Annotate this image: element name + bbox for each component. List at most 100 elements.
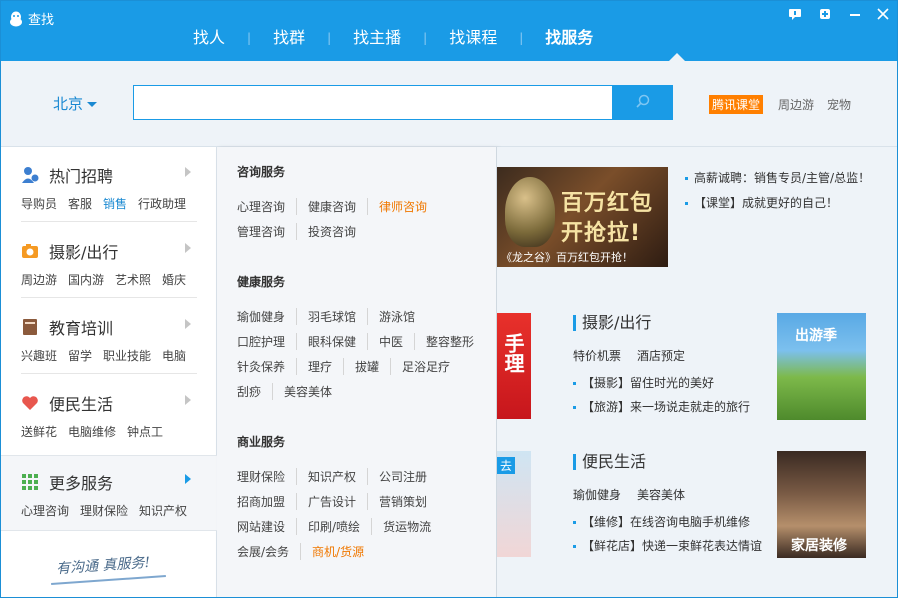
menu-icon[interactable] [817,7,833,23]
service-link[interactable]: 羽毛球馆 [296,308,367,325]
sub-link[interactable]: 客服 [68,195,92,212]
sub-link[interactable]: 理财保险 [80,502,128,519]
sub-link[interactable]: 留学 [68,347,92,364]
service-link[interactable]: 公司注册 [367,468,438,485]
service-link[interactable]: 瑜伽健身 [237,308,296,325]
link[interactable]: 酒店预定 [637,347,685,364]
service-link[interactable]: 整容整形 [414,333,485,350]
tab-find-courses[interactable]: 找课程 [427,27,519,49]
service-link[interactable]: 拔罐 [343,358,390,375]
category-title: 热门招聘 [49,167,114,186]
service-link[interactable]: 网站建设 [237,518,296,535]
elf-character-image [505,177,555,247]
sub-link[interactable]: 国内游 [68,271,104,288]
service-link[interactable]: 理疗 [296,358,343,375]
category-more-services[interactable]: 更多服务 心理咨询 理财保险 知识产权 [1,455,217,531]
service-link[interactable]: 印刷/喷绘 [296,518,371,535]
window-title: 查找 [28,13,55,28]
sub-link[interactable]: 电脑 [162,347,186,364]
service-link[interactable]: 知识产权 [296,468,367,485]
service-link[interactable]: 健康咨询 [296,198,367,215]
category-header: 热门招聘 [21,163,113,187]
service-link[interactable]: 针灸保养 [237,358,296,375]
sub-link[interactable]: 送鲜花 [21,423,57,440]
minimize-icon[interactable] [847,7,863,23]
quick-link-nearby-travel[interactable]: 周边游 [778,96,814,113]
service-link[interactable]: 营销策划 [367,493,438,510]
tab-find-streamers[interactable]: 找主播 [331,27,423,49]
service-row: 瑜伽健身 羽毛球馆 游泳馆 [237,304,485,329]
tab-find-people[interactable]: 找人 [171,27,247,49]
news-link[interactable]: 【旅游】来一场说走就走的旅行 [573,398,750,415]
sub-link[interactable]: 钟点工 [127,423,163,440]
service-row: 招商加盟 广告设计 营销策划 [237,489,442,514]
category-header: 更多服务 [21,470,113,494]
sub-link[interactable]: 导购员 [21,195,57,212]
service-link[interactable]: 管理咨询 [237,223,296,240]
category-header: 便民生活 [21,391,113,415]
travel-thumbnail[interactable]: 出游季 [777,313,866,420]
close-icon[interactable] [875,7,891,23]
service-link[interactable]: 足浴足疗 [390,358,461,375]
search-button[interactable] [612,85,673,120]
service-row: 心理咨询 健康咨询 律师咨询 [237,194,438,219]
home-decor-thumbnail[interactable]: 家居装修 [777,451,866,558]
camera-icon [21,242,39,260]
sub-link[interactable]: 心理咨询 [21,502,69,519]
service-link[interactable]: 投资咨询 [296,223,367,240]
partial-ad-text: 手理 [501,333,525,373]
service-link[interactable]: 游泳馆 [367,308,426,325]
service-link[interactable]: 心理咨询 [237,198,296,215]
service-link[interactable]: 货运物流 [371,518,442,535]
sub-link[interactable]: 电脑维修 [68,423,116,440]
service-link[interactable]: 商机/货源 [300,543,375,560]
sub-link[interactable]: 职业技能 [103,347,151,364]
section-title-daily-life[interactable]: 便民生活 [573,454,646,470]
flyout-section-health: 健康服务 瑜伽健身 羽毛球馆 游泳馆 口腔护理 眼科保健 中医 整容整形 针灸保… [237,273,485,404]
sub-link[interactable]: 艺术照 [115,271,151,288]
tencent-classroom-badge[interactable]: 腾讯课堂 [709,95,764,114]
sub-link[interactable]: 兴趣班 [21,347,57,364]
news-link[interactable]: 【摄影】留住时光的美好 [573,374,714,391]
sub-link[interactable]: 周边游 [21,271,57,288]
qq-penguin-icon [9,11,23,27]
quick-link-pets[interactable]: 宠物 [827,96,851,113]
partial-ad-image[interactable]: 去 [497,451,531,557]
news-link[interactable]: 高薪诚聘：销售专员/主管/总监！ [685,169,870,186]
partial-ad-image[interactable]: 手理 [497,313,531,419]
search-input[interactable] [133,85,613,120]
service-link[interactable]: 眼科保健 [296,333,367,350]
service-link[interactable]: 刮痧 [237,383,272,400]
more-services-flyout: 咨询服务 心理咨询 健康咨询 律师咨询 管理咨询 投资咨询 健康服务 瑜伽健身 … [217,147,497,597]
city-selector[interactable]: 北京 [53,93,98,114]
service-link[interactable]: 招商加盟 [237,493,296,510]
service-link[interactable]: 美容美体 [272,383,343,400]
sub-link[interactable]: 婚庆 [162,271,186,288]
thumbnail-caption: 家居装修 [791,538,847,554]
sub-link[interactable]: 销售 [103,195,127,212]
news-link[interactable]: 【课堂】成就更好的自己！ [685,194,838,211]
link[interactable]: 美容美体 [637,486,685,503]
service-link[interactable]: 广告设计 [296,493,367,510]
chevron-right-icon [185,474,191,484]
category-header: 教育培训 [21,315,113,339]
service-link[interactable]: 中医 [367,333,414,350]
link[interactable]: 特价机票 [573,347,621,364]
service-link[interactable]: 口腔护理 [237,333,296,350]
tab-find-services[interactable]: 找服务 [523,27,615,49]
service-link[interactable]: 理财保险 [237,468,296,485]
sub-link[interactable]: 行政助理 [138,195,186,212]
news-link[interactable]: 【维修】在线咨询电脑手机维修 [573,513,750,530]
promo-banner[interactable]: 百万红包 开抢拉! 《龙之谷》百万红包开抢！ [497,167,668,267]
feedback-icon[interactable] [787,7,803,23]
section-title-photo-travel[interactable]: 摄影/出行 [573,315,651,331]
news-link[interactable]: 【鲜花店】快递一束鲜花表达情谊 [573,537,762,554]
service-link[interactable]: 会展/会务 [237,543,300,560]
service-link[interactable]: 律师咨询 [367,198,438,215]
link[interactable]: 瑜伽健身 [573,486,621,503]
sub-link[interactable]: 知识产权 [139,502,187,519]
tab-find-groups[interactable]: 找群 [251,27,327,49]
photo-travel-links: 特价机票 酒店预定 [573,347,685,364]
section-title: 商业服务 [237,435,286,449]
banner-headline-2: 开抢拉! [561,221,642,246]
